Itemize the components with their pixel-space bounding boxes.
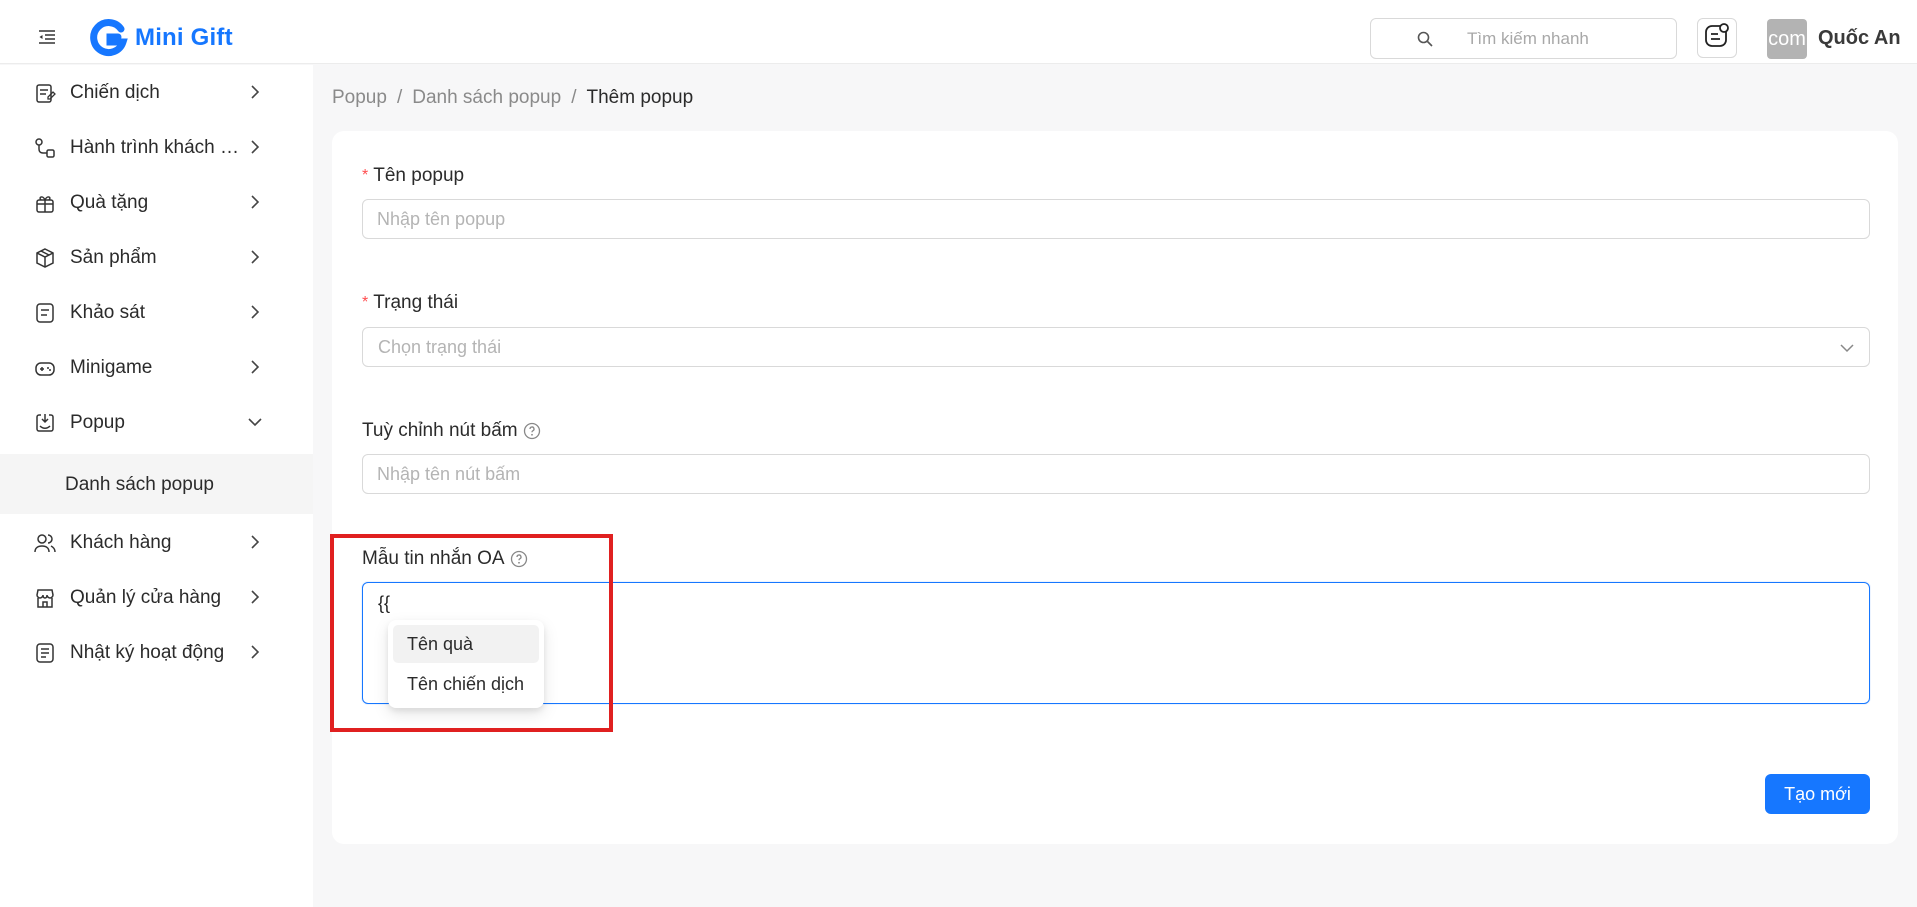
chevron-right-icon	[247, 194, 263, 210]
user-name[interactable]: Quốc An	[1818, 27, 1901, 50]
quick-search[interactable]	[1370, 18, 1677, 59]
breadcrumb-separator: /	[571, 87, 577, 108]
status-select[interactable]: Chọn trạng thái	[362, 327, 1870, 367]
suggestion-campaign-name[interactable]: Tên chiến dịch	[393, 665, 539, 703]
box-icon	[34, 247, 56, 269]
suggestion-label: Tên chiến dịch	[407, 674, 525, 694]
create-button[interactable]: Tạo mới	[1765, 774, 1870, 814]
sidebar-item-activity-log[interactable]: Nhật ký hoạt động	[0, 625, 313, 680]
breadcrumb-separator: /	[396, 87, 403, 108]
chevron-right-icon	[247, 589, 263, 605]
notification-button[interactable]	[1697, 18, 1737, 58]
users-icon	[34, 532, 56, 554]
campaign-icon	[34, 82, 56, 104]
breadcrumb-current: Thêm popup	[586, 87, 694, 108]
sidebar-item-label: Hành trình khách hàng	[70, 137, 242, 158]
gamepad-icon	[34, 357, 56, 379]
search-input[interactable]	[1467, 27, 1667, 51]
log-icon	[34, 642, 56, 664]
oa-template-label-text: Mẫu tin nhắn OA	[362, 548, 505, 569]
breadcrumb-popup[interactable]: Popup	[332, 87, 387, 108]
suggestion-gift-name[interactable]: Tên quà	[393, 625, 539, 663]
popup-name-label: * Tên popup	[362, 165, 464, 187]
oa-template-label: Mẫu tin nhắn OA	[362, 548, 528, 570]
sidebar-item-campaign[interactable]: Chiến dịch	[0, 65, 313, 120]
status-label: * Trạng thái	[362, 292, 458, 314]
sidebar-item-products[interactable]: Sản phẩm	[0, 230, 313, 285]
popup-icon	[34, 412, 56, 434]
sidebar-item-customer-journey[interactable]: Hành trình khách hàng	[0, 120, 313, 175]
chevron-right-icon	[247, 359, 263, 375]
required-mark: *	[362, 167, 369, 184]
required-mark: *	[362, 294, 369, 311]
popup-name-label-text: Tên popup	[373, 165, 465, 186]
chevron-right-icon	[247, 249, 263, 265]
brand-name: Mini Gift	[135, 24, 233, 51]
popup-name-input[interactable]	[362, 199, 1870, 239]
button-custom-label-text: Tuỳ chỉnh nút bấm	[362, 420, 518, 441]
help-icon[interactable]	[510, 550, 528, 568]
chevron-right-icon	[247, 84, 263, 100]
sidebar-item-survey[interactable]: Khảo sát	[0, 285, 313, 340]
notification-icon	[1703, 22, 1731, 55]
sidebar-item-minigame[interactable]: Minigame	[0, 340, 313, 395]
sidebar-item-label: Quản lý cửa hàng	[70, 587, 222, 608]
menu-collapse-icon[interactable]	[38, 30, 56, 44]
button-name-input[interactable]	[362, 454, 1870, 494]
sidebar-subitem-popup-list[interactable]: Danh sách popup	[0, 454, 313, 514]
sidebar-subitem-label: Danh sách popup	[65, 474, 214, 495]
oa-template-textarea[interactable]: {{	[362, 582, 1870, 704]
chevron-right-icon	[247, 304, 263, 320]
chevron-right-icon	[247, 644, 263, 660]
sidebar-item-label: Nhật ký hoạt động	[70, 642, 225, 663]
survey-icon	[34, 302, 56, 324]
suggestion-label: Tên quà	[407, 634, 474, 654]
search-icon	[1417, 31, 1433, 47]
sidebar-item-label: Quà tặng	[70, 192, 149, 213]
sidebar-item-label: Minigame	[70, 357, 153, 378]
oa-template-value: {{	[378, 593, 391, 613]
sidebar-item-gifts[interactable]: Quà tặng	[0, 175, 313, 230]
chevron-down-icon	[247, 414, 263, 430]
button-custom-label: Tuỳ chỉnh nút bấm	[362, 420, 541, 442]
breadcrumb: Popup / Danh sách popup / Thêm popup	[332, 87, 693, 109]
avatar[interactable]: com	[1767, 19, 1807, 59]
help-icon[interactable]	[523, 422, 541, 440]
status-label-text: Trạng thái	[373, 292, 459, 313]
sidebar-item-label: Khách hàng	[70, 532, 172, 553]
chevron-right-icon	[247, 139, 263, 155]
gift-icon	[34, 192, 56, 214]
sidebar-item-customers[interactable]: Khách hàng	[0, 515, 313, 570]
logo-icon	[88, 18, 128, 58]
sidebar-item-label: Popup	[70, 412, 125, 433]
status-select-placeholder: Chọn trạng thái	[378, 337, 502, 357]
sidebar: Chiến dịch Hành trình khách hàng Quà tặn…	[0, 65, 313, 907]
sidebar-item-label: Sản phẩm	[70, 247, 157, 268]
app-header: Mini Gift com Quốc An	[0, 0, 1917, 64]
sidebar-item-popup[interactable]: Popup	[0, 395, 313, 450]
breadcrumb-popup-list[interactable]: Danh sách popup	[412, 87, 561, 108]
store-icon	[34, 587, 56, 609]
mention-suggestions: Tên quà Tên chiến dịch	[388, 620, 544, 708]
sidebar-item-label: Khảo sát	[70, 302, 145, 323]
chevron-down-icon	[1839, 340, 1855, 356]
sidebar-item-label: Chiến dịch	[70, 82, 160, 103]
chevron-right-icon	[247, 534, 263, 550]
journey-icon	[34, 137, 56, 159]
sidebar-item-store-management[interactable]: Quản lý cửa hàng	[0, 570, 313, 625]
